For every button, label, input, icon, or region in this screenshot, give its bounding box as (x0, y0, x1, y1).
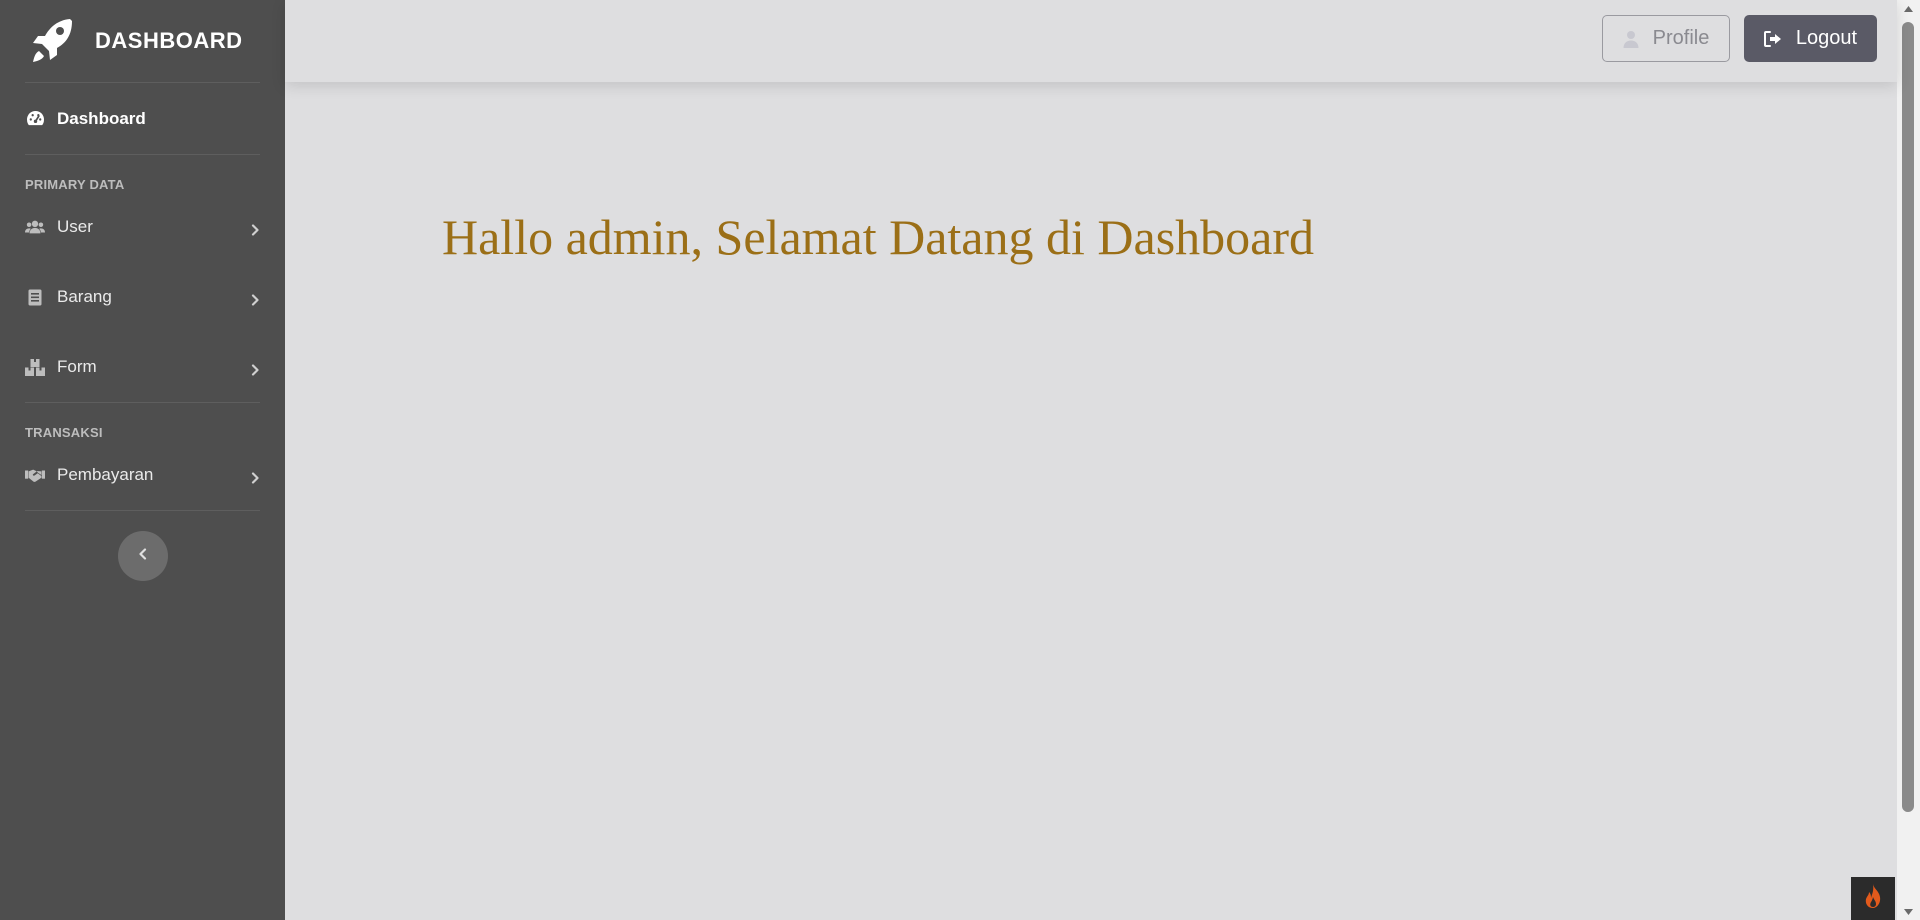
chevron-right-icon (249, 361, 261, 376)
main-content: Hallo admin, Selamat Datang di Dashboard (285, 82, 1897, 920)
rocket-icon (30, 17, 74, 65)
section-heading-primary-data: PRIMARY DATA (25, 177, 125, 192)
debug-toolbar-button[interactable] (1851, 877, 1895, 920)
section-heading-transaksi: TRANSAKSI (25, 425, 103, 440)
sidebar-item-label: Pembayaran (57, 465, 154, 484)
logout-button[interactable]: Logout (1744, 15, 1877, 62)
user-icon (1623, 30, 1639, 48)
chevron-left-icon (137, 547, 149, 565)
sidebar-item-label: Dashboard (57, 108, 146, 128)
brand-title: DASHBOARD (95, 28, 243, 53)
scroll-up-arrow-icon[interactable] (1902, 2, 1915, 15)
vertical-scrollbar[interactable] (1897, 0, 1920, 920)
boxes-icon (25, 357, 45, 377)
flame-icon (1862, 883, 1884, 914)
divider (25, 154, 260, 155)
welcome-heading: Hallo admin, Selamat Datang di Dashboard (442, 209, 1314, 265)
sign-out-icon (1763, 30, 1782, 47)
profile-button[interactable]: Profile (1602, 15, 1730, 62)
sidebar-item-label: Barang (57, 287, 112, 306)
topbar: Profile Logout (285, 0, 1897, 82)
chevron-right-icon (249, 291, 261, 306)
sidebar-item-label: Form (57, 357, 97, 376)
chevron-right-icon (249, 469, 261, 484)
sidebar: DASHBOARD Dashboard PRIMARY DATA User Ba… (0, 0, 285, 920)
sidebar-item-label: User (57, 217, 93, 236)
sidebar-item-form[interactable]: Form (0, 332, 285, 402)
handshake-icon (25, 465, 45, 485)
logout-label: Logout (1795, 27, 1858, 49)
sidebar-item-user[interactable]: User (0, 192, 285, 262)
sidebar-item-barang[interactable]: Barang (0, 262, 285, 332)
brand[interactable]: DASHBOARD (0, 0, 285, 82)
divider (25, 510, 260, 511)
scroll-down-arrow-icon[interactable] (1902, 905, 1915, 918)
divider (25, 402, 260, 403)
gauge-icon (25, 109, 45, 129)
sidebar-item-pembayaran[interactable]: Pembayaran (0, 440, 285, 510)
document-icon (25, 287, 45, 307)
profile-label: Profile (1652, 27, 1710, 49)
sidebar-toggle-button[interactable] (117, 531, 168, 581)
users-icon (25, 217, 45, 237)
sidebar-item-dashboard[interactable]: Dashboard (0, 83, 285, 154)
scrollbar-thumb[interactable] (1902, 22, 1914, 812)
chevron-right-icon (249, 221, 261, 236)
